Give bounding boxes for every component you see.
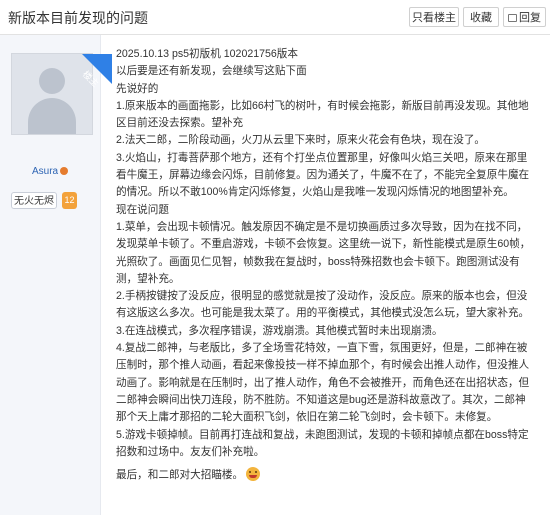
user-status-icon [60,167,69,175]
post-line: 1.菜单，会出现卡顿情况。触发原因不确定是不是切换画质过多次导致，因为在找不同，… [116,220,531,285]
post-line: 以后要是还有新发现，会继续写这贴下面 [116,65,307,78]
favorite-button[interactable]: 收藏 [463,7,499,27]
avatar-body-icon [28,98,76,134]
username: Asura [32,166,59,177]
post-line: 3.火焰山，打毒菩萨那个地方，还有个打坐点位置那里，好像叫火焰三关吧，原来在那里… [116,151,530,199]
author-sidebar: 楼主 Asura 无火无烬 12 [0,35,112,515]
post-line: 3.在连战模式，多次程序错误，游戏崩溃。其他模式暂时未出现崩溃。 [116,324,443,337]
reply-label: 回复 [519,12,541,24]
post-content: 2025.10.13 ps5初版机 102021756版本 以后要是还有新发现，… [116,46,536,484]
page-header: 新版本目前发现的问题 只看楼主 收藏 回复 [0,0,550,35]
post-line: 现在说问题 [116,203,169,216]
avatar-head-icon [39,68,65,94]
only-op-button[interactable]: 只看楼主 [409,7,459,27]
post-line: 4.复战二郎神，与老版比，多了全场雪花特效，一直下雪，氛围更好，但是，二郎神在被… [116,342,530,424]
grinning-emoji-icon [246,467,261,482]
post-line: 2025.10.13 ps5初版机 102021756版本 [116,48,298,60]
post-closing-line: 最后，和二郎对大招瞄楼。 [116,467,536,484]
page-title: 新版本目前发现的问题 [8,10,148,26]
post-line: 1.原来版本的画面拖影，比如66村飞的树叶，有时候会拖影，新版目前再没发现。其他… [116,99,529,130]
post-line: 先说好的 [116,82,159,95]
level-badge: 12 [62,192,77,209]
post-line: 5.游戏卡顿掉帧。目前再打连战和复战，未跑图测试，发现的卡顿和掉帧点都在boss… [116,428,529,458]
reply-icon [508,14,517,22]
reply-button[interactable]: 回复 [503,7,546,27]
username-link[interactable]: Asura [32,166,69,177]
avatar[interactable] [11,53,112,135]
post-line: 最后，和二郎对大招瞄楼。 [116,469,244,482]
title-badge-text: 无火无烬 [11,192,57,209]
post-line: 2.手柄按键按了没反应，很明显的感觉就是按了没动作，没反应。原来的版本也会，但没… [116,290,530,320]
post-line: 2.法天二郎，二阶段动画，火刀从云里下来时，原来火花会有色块，现在没了。 [116,134,486,147]
